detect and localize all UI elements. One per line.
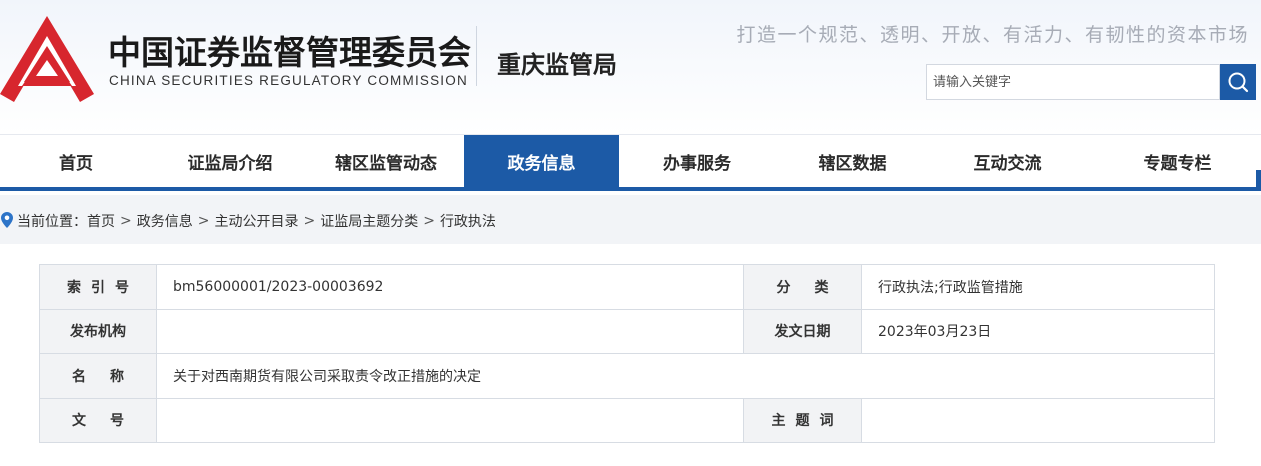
table-row: 索引号 bm56000001/2023-00003692 分类 行政执法;行政监… bbox=[39, 264, 1215, 310]
breadcrumb-separator: > bbox=[197, 213, 210, 229]
title-label: 名称 bbox=[39, 353, 157, 399]
nav-regional-data[interactable]: 辖区数据 bbox=[775, 135, 930, 188]
publisher-label: 发布机构 bbox=[39, 308, 157, 354]
location-pin-icon bbox=[1, 212, 13, 228]
search-box bbox=[926, 64, 1220, 100]
breadcrumb-enforcement[interactable]: 行政执法 bbox=[440, 211, 496, 231]
nav-government-info[interactable]: 政务信息 bbox=[464, 135, 619, 188]
breadcrumb-separator: > bbox=[423, 213, 435, 229]
slogan: 打造一个规范、透明、开放、有活力、有韧性的资本市场 bbox=[736, 24, 1249, 46]
breadcrumb-gov-info[interactable]: 政务信息 bbox=[137, 211, 193, 231]
site-header: 中国证券监督管理委员会 CHINA SECURITIES REGULATORY … bbox=[0, 0, 1261, 134]
date-value: 2023年03月23日 bbox=[861, 308, 1215, 354]
nav-edge-accent bbox=[1256, 170, 1261, 191]
publisher-value bbox=[156, 308, 744, 354]
nav-regional-dynamics[interactable]: 辖区监管动态 bbox=[308, 135, 464, 188]
breadcrumb-bar: 当前位置： 首页 > 政务信息 > 主动公开目录 > 证监局主题分类 > 行政执… bbox=[0, 195, 1261, 244]
breadcrumb-separator: > bbox=[303, 213, 316, 229]
org-name-en: CHINA SECURITIES REGULATORY COMMISSION bbox=[109, 73, 468, 88]
docno-value bbox=[156, 397, 744, 443]
table-row: 发布机构 发文日期 2023年03月23日 bbox=[39, 308, 1215, 354]
csrc-logo-icon[interactable] bbox=[0, 16, 94, 102]
breadcrumb-prefix: 当前位置： bbox=[17, 214, 87, 230]
keywords-label: 主题词 bbox=[743, 397, 862, 443]
breadcrumb-topic-category[interactable]: 证监局主题分类 bbox=[320, 211, 418, 231]
header-divider bbox=[476, 26, 477, 86]
nav-special-topics[interactable]: 专题专栏 bbox=[1085, 135, 1261, 188]
main-nav: 首页 证监局介绍 辖区监管动态 政务信息 办事服务 辖区数据 互动交流 专题专栏 bbox=[0, 134, 1261, 190]
index-value: bm56000001/2023-00003692 bbox=[156, 264, 744, 310]
search-icon bbox=[1228, 72, 1249, 93]
keywords-value bbox=[861, 397, 1215, 443]
nav-bureau-intro[interactable]: 证监局介绍 bbox=[152, 135, 308, 188]
nav-services[interactable]: 办事服务 bbox=[619, 135, 775, 188]
search-input[interactable] bbox=[927, 65, 1219, 99]
category-value: 行政执法;行政监管措施 bbox=[861, 264, 1215, 310]
nav-home[interactable]: 首页 bbox=[0, 135, 152, 188]
nav-interaction[interactable]: 互动交流 bbox=[930, 135, 1085, 188]
date-label: 发文日期 bbox=[743, 308, 862, 354]
breadcrumb: 当前位置： 首页 > 政务信息 > 主动公开目录 > 证监局主题分类 > 行政执… bbox=[17, 211, 496, 231]
breadcrumb-separator: > bbox=[120, 213, 132, 229]
breadcrumb-home[interactable]: 首页 bbox=[87, 211, 115, 231]
nav-underline bbox=[0, 187, 1258, 191]
index-label: 索引号 bbox=[39, 264, 157, 310]
bureau-name: 重庆监管局 bbox=[497, 51, 617, 79]
org-name-cn: 中国证券监督管理委员会 bbox=[108, 33, 471, 72]
table-row: 名称 关于对西南期货有限公司采取责令改正措施的决定 bbox=[39, 353, 1215, 399]
search-button[interactable] bbox=[1220, 64, 1256, 100]
document-info-table: 索引号 bm56000001/2023-00003692 分类 行政执法;行政监… bbox=[39, 264, 1215, 443]
category-label: 分类 bbox=[743, 264, 862, 310]
title-value: 关于对西南期货有限公司采取责令改正措施的决定 bbox=[156, 353, 1215, 399]
docno-label: 文号 bbox=[39, 397, 157, 443]
breadcrumb-public-catalog[interactable]: 主动公开目录 bbox=[214, 211, 298, 231]
table-row: 文号 主题词 bbox=[39, 397, 1215, 443]
